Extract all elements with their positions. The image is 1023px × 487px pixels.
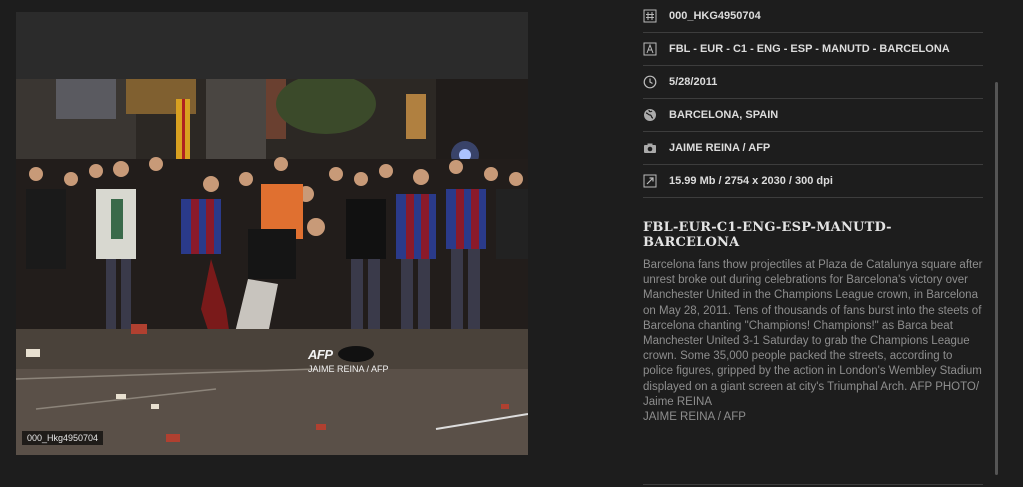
hash-icon [643,9,657,23]
headline-code-text: FBL - EUR - C1 - ENG - ESP - MANUTD - BA… [669,43,950,55]
photo-illustration [16,79,528,455]
filesize-text: 15.99 Mb / 2754 x 2030 / 300 dpi [669,175,833,187]
photographer-text: JAIME REINA / AFP [669,142,771,154]
panel-scrollbar[interactable] [995,82,998,475]
caption-credit: JAIME REINA / AFP [643,411,746,424]
meta-row-filesize: 15.99 Mb / 2754 x 2030 / 300 dpi [643,165,983,198]
photo-title: FBL-EUR-C1-ENG-ESP-MANUTD-BARCELONA [643,220,892,250]
afp-watermark: AFP JAIME REINA / AFP [308,347,389,374]
camera-icon [643,141,657,155]
location-text: BARCELONA, SPAIN [669,109,779,121]
globe-icon [643,108,657,122]
photo-id-badge: 000_Hkg4950704 [22,431,104,445]
photo-viewer[interactable]: 000_Hkg4950704 AFP JAIME REINA / AFP [16,12,528,455]
meta-row-title: FBL - EUR - C1 - ENG - ESP - MANUTD - BA… [643,33,983,66]
watermark-credit: JAIME REINA / AFP [308,364,389,374]
photo-id-text: 000_HKG4950704 [669,10,761,22]
resize-icon [643,174,657,188]
meta-row-date: 5/28/2011 [643,66,983,99]
metadata-panel: 000_HKG4950704 FBL - EUR - C1 - ENG - ES… [643,0,983,425]
afp-logo: AFP [308,347,333,362]
panel-bottom-divider [643,484,983,485]
meta-row-photographer: JAIME REINA / AFP [643,132,983,165]
meta-row-location: BARCELONA, SPAIN [643,99,983,132]
news-photo[interactable]: 000_Hkg4950704 AFP JAIME REINA / AFP [16,79,528,455]
meta-row-id: 000_HKG4950704 [643,0,983,33]
text-a-icon [643,42,657,56]
photo-caption: Barcelona fans thow projectiles at Plaza… [643,258,983,425]
clock-icon [643,75,657,89]
caption-text: Barcelona fans thow projectiles at Plaza… [643,259,983,408]
date-text: 5/28/2011 [669,76,718,88]
